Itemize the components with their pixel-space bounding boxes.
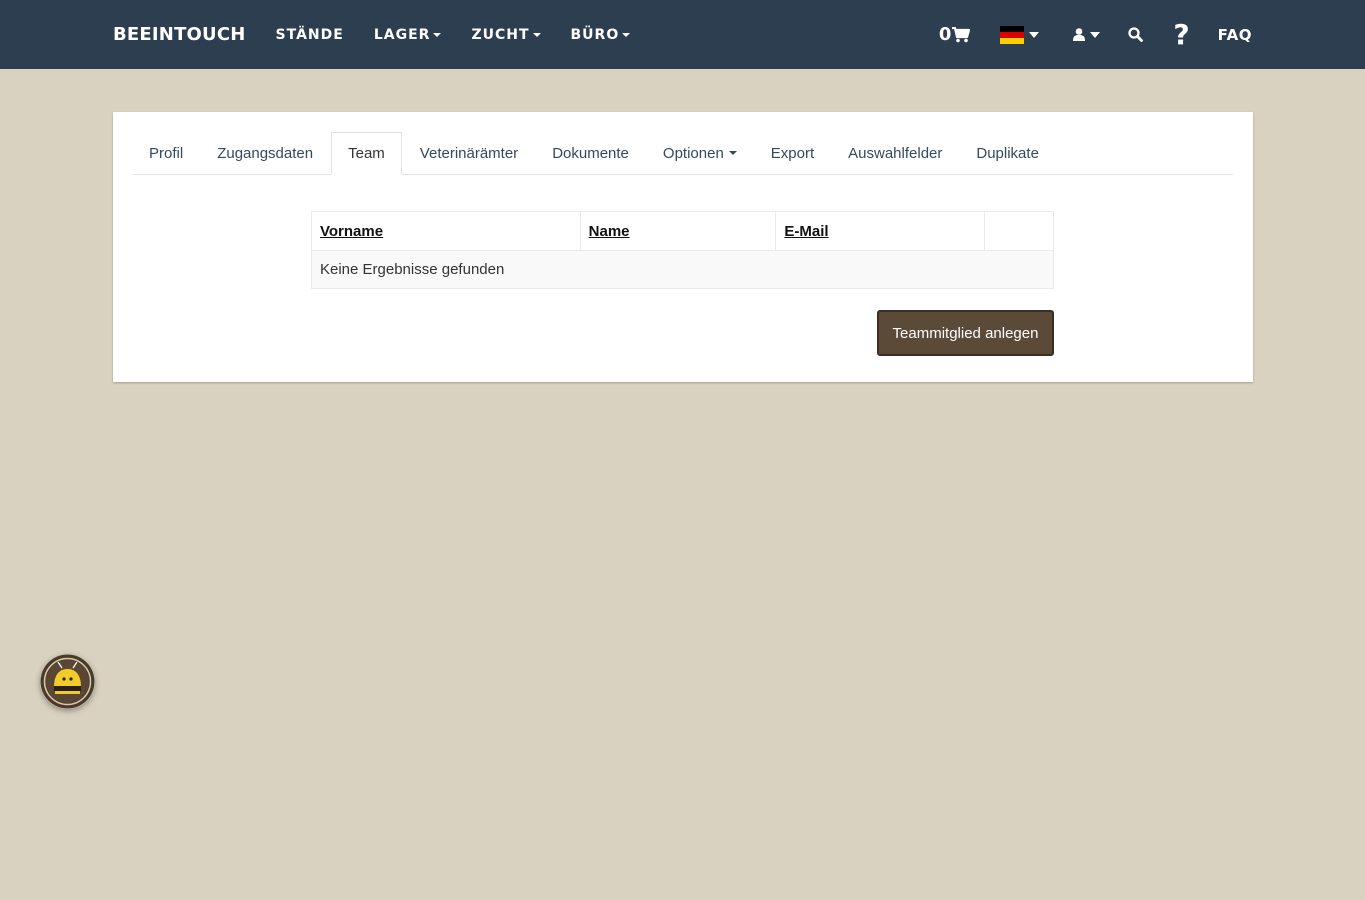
caret-down-icon [622, 32, 631, 37]
nav-item-zucht[interactable]: ZUCHT [471, 26, 541, 43]
bee-mascot-svg [40, 654, 95, 709]
search-button[interactable] [1128, 27, 1144, 42]
settings-tabs: Profil Zugangsdaten Team Veterinärämter … [133, 132, 1233, 175]
user-icon [1073, 28, 1086, 41]
user-menu[interactable] [1073, 28, 1101, 41]
column-header-actions [984, 211, 1054, 251]
caret-down-icon [728, 151, 737, 155]
nav-item-staende[interactable]: STÄNDE [276, 27, 344, 43]
language-selector[interactable] [1000, 25, 1040, 44]
add-team-member-button[interactable]: Teammitglied anlegen [877, 310, 1054, 356]
tab-profil[interactable]: Profil [133, 132, 199, 174]
tab-zugangsdaten[interactable]: Zugangsdaten [201, 132, 329, 174]
nav-item-label: STÄNDE [275, 26, 344, 43]
faq-link[interactable]: FAQ [1218, 26, 1252, 44]
team-table: Vorname Name E-Mail Keine Ergebnisse gef… [311, 211, 1054, 289]
nav-item-lager[interactable]: LAGER [374, 27, 442, 43]
nav-item-label: BÜRO [570, 26, 620, 43]
cart-count: 0 [938, 24, 952, 45]
column-header-vorname: Vorname [311, 211, 581, 251]
tab-auswahlfelder[interactable]: Auswahlfelder [832, 132, 958, 174]
sort-email-link[interactable]: E-Mail [784, 223, 828, 240]
tab-dokumente[interactable]: Dokumente [536, 132, 645, 174]
column-header-name: Name [579, 211, 777, 251]
top-navbar: BEEINTOUCH STÄNDE LAGER ZUCHT BÜRO 0 ? F… [0, 0, 1365, 69]
table-row: Keine Ergebnisse gefunden [311, 250, 1054, 289]
tab-duplikate[interactable]: Duplikate [960, 132, 1055, 174]
caret-down-icon [1090, 31, 1101, 38]
germany-flag-icon [1000, 25, 1025, 44]
nav-item-label: ZUCHT [471, 26, 530, 43]
cart-button[interactable]: 0 [939, 24, 971, 45]
navbar-inner: BEEINTOUCH STÄNDE LAGER ZUCHT BÜRO 0 ? F… [113, 0, 1252, 69]
caret-down-icon [1029, 31, 1040, 38]
nav-item-buero[interactable]: BÜRO [571, 27, 631, 43]
nav-item-label: LAGER [373, 26, 431, 43]
caret-down-icon [532, 32, 541, 37]
table-header-row: Vorname Name E-Mail [311, 211, 1054, 251]
tab-optionen[interactable]: Optionen [647, 132, 753, 174]
search-icon [1128, 27, 1144, 42]
shopping-cart-icon [952, 26, 971, 42]
caret-down-icon [433, 32, 442, 37]
settings-panel: Profil Zugangsdaten Team Veterinärämter … [113, 112, 1253, 382]
sort-name-link[interactable]: Name [589, 223, 630, 240]
empty-message: Keine Ergebnisse gefunden [311, 250, 1054, 289]
navbar-right: 0 ? FAQ [939, 20, 1252, 49]
tab-export[interactable]: Export [755, 132, 830, 174]
sort-vorname-link[interactable]: Vorname [320, 223, 383, 240]
tab-veterinaeraemter[interactable]: Veterinärämter [404, 132, 534, 174]
column-header-email: E-Mail [775, 211, 986, 251]
tab-label: Optionen [662, 144, 724, 162]
bee-mascot-icon[interactable] [40, 654, 95, 709]
brand-logo[interactable]: BEEINTOUCH [113, 24, 246, 45]
help-icon[interactable]: ? [1173, 20, 1189, 49]
tab-team[interactable]: Team [331, 132, 402, 175]
